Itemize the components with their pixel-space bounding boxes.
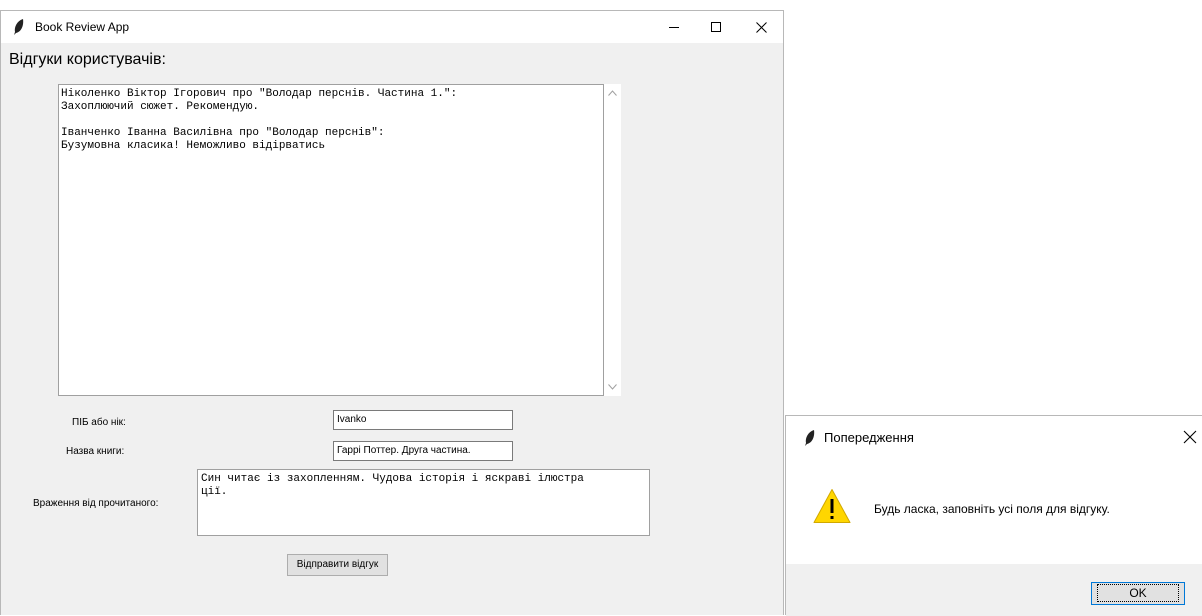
maximize-button[interactable] <box>693 11 739 43</box>
ok-button[interactable]: OK <box>1091 582 1185 605</box>
book-title-input[interactable]: Гаррі Поттер. Друга частина. <box>333 441 513 461</box>
close-icon[interactable] <box>1183 430 1197 444</box>
minimize-button[interactable] <box>651 11 697 43</box>
reviews-scrollbar[interactable] <box>604 84 621 396</box>
feather-icon <box>14 19 24 35</box>
minimize-icon <box>668 26 679 28</box>
warning-dialog: Попередження Будь ласка, заповніть усі п… <box>785 415 1202 616</box>
feather-icon <box>805 430 815 446</box>
impression-label: Враження від прочитаного: <box>33 498 159 509</box>
scroll-up-arrow-icon[interactable] <box>608 90 617 96</box>
impression-content: Син читає із захопленням. Чудова історія… <box>201 473 584 498</box>
reviews-heading: Відгуки користувачів: <box>9 51 166 68</box>
ok-button-label: OK <box>1097 584 1179 602</box>
reviews-textarea[interactable]: Ніколенко Віктор Ігорович про "Володар п… <box>58 84 604 396</box>
scroll-down-arrow-icon[interactable] <box>608 384 617 390</box>
maximize-icon <box>710 21 721 32</box>
dialog-footer: OK <box>786 564 1202 616</box>
window-title: Book Review App <box>35 20 130 34</box>
close-button[interactable] <box>738 11 784 43</box>
main-window: Book Review App Відгуки користувачів: Ні… <box>0 10 784 615</box>
submit-review-button[interactable]: Відправити відгук <box>287 554 388 576</box>
reviews-content: Ніколенко Віктор Ігорович про "Володар п… <box>61 88 458 152</box>
close-icon <box>755 21 767 33</box>
name-input[interactable]: Ivanko <box>333 410 513 430</box>
dialog-message: Будь ласка, заповніть усі поля для відгу… <box>874 502 1110 516</box>
dialog-title: Попередження <box>824 430 914 445</box>
name-label: ПІБ або нік: <box>72 417 126 428</box>
impression-textarea[interactable]: Син читає із захопленням. Чудова історія… <box>197 469 650 536</box>
title-bar[interactable]: Book Review App <box>1 11 783 43</box>
warning-icon <box>813 489 851 523</box>
book-title-label: Назва книги: <box>66 446 125 457</box>
